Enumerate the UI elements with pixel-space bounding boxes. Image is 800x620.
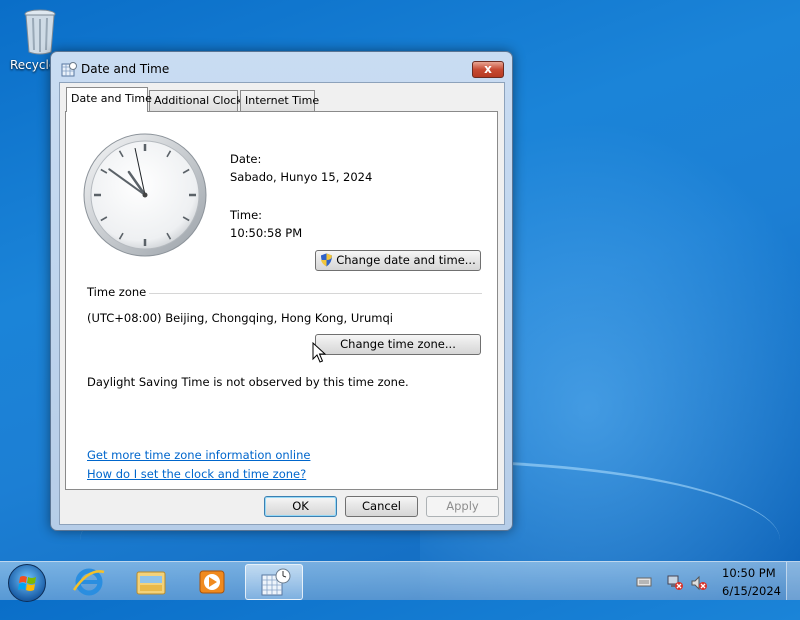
more-time-zone-info-link[interactable]: Get more time zone information online: [87, 448, 310, 462]
uac-shield-icon: [320, 253, 333, 273]
how-to-set-clock-link[interactable]: How do I set the clock and time zone?: [87, 467, 306, 481]
taskbar-clock-date[interactable]: 6/15/2024: [722, 584, 781, 598]
windows-explorer-icon: [136, 571, 166, 595]
tab-additional-clocks[interactable]: Additional Clocks: [149, 90, 248, 111]
ok-button[interactable]: OK: [264, 496, 337, 517]
analog-clock-icon: [83, 133, 207, 257]
window-title: Date and Time: [81, 62, 170, 76]
close-button[interactable]: x: [472, 61, 504, 78]
start-button[interactable]: [8, 564, 46, 602]
dialog-client-area: Date and Time Additional Clocks Internet…: [59, 82, 505, 525]
date-value: Sabado, Hunyo 15, 2024: [230, 170, 373, 184]
date-time-icon: [61, 61, 77, 77]
close-icon: x: [484, 62, 492, 76]
tab-label: Additional Clocks: [154, 94, 249, 107]
tab-date-and-time[interactable]: Date and Time: [66, 87, 152, 112]
time-zone-heading: Time zone: [87, 285, 147, 299]
windows-logo-icon: [18, 576, 36, 591]
time-zone-divider: [149, 293, 482, 294]
title-bar[interactable]: Date and Time x: [51, 52, 512, 82]
tab-label: Internet Time: [245, 94, 320, 107]
show-desktop-button[interactable]: [786, 562, 800, 600]
keyboard-icon[interactable]: [636, 575, 652, 589]
taskbar-windows-explorer[interactable]: [122, 564, 180, 600]
apply-label: Apply: [446, 499, 479, 513]
apply-button[interactable]: Apply: [426, 496, 499, 517]
change-time-zone-label: Change time zone...: [340, 337, 456, 351]
cancel-button[interactable]: Cancel: [345, 496, 418, 517]
change-date-time-button[interactable]: Change date and time...: [315, 250, 481, 271]
taskbar-clock-time[interactable]: 10:50 PM: [722, 566, 776, 580]
network-disconnected-icon[interactable]: [666, 575, 683, 590]
change-time-zone-button[interactable]: Change time zone...: [315, 334, 481, 355]
tab-internet-time[interactable]: Internet Time: [240, 90, 319, 111]
date-label: Date:: [230, 152, 262, 166]
dst-note: Daylight Saving Time is not observed by …: [87, 375, 409, 389]
taskbar-internet-explorer[interactable]: [60, 564, 118, 600]
time-label: Time:: [230, 208, 263, 222]
volume-muted-icon[interactable]: [690, 575, 707, 591]
mouse-cursor-icon: [312, 341, 327, 367]
taskbar-media-player[interactable]: [183, 564, 241, 600]
recycle-bin-icon: [23, 8, 56, 55]
taskbar-date-time[interactable]: [245, 564, 303, 600]
taskbar: [0, 561, 800, 602]
change-date-time-label: Change date and time...: [336, 253, 476, 267]
time-value: 10:50:58 PM: [230, 226, 303, 240]
windows-media-player-icon: [199, 570, 225, 594]
ok-label: OK: [292, 499, 309, 513]
date-time-icon: [261, 568, 291, 596]
tab-panel-date-and-time: Date: Sabado, Hunyo 15, 2024 Time: 10:50…: [65, 111, 498, 490]
cancel-label: Cancel: [362, 499, 401, 513]
tab-label: Date and Time: [71, 92, 152, 105]
date-time-dialog: Date and Time x Date and Time Additional…: [50, 51, 513, 531]
internet-explorer-icon: [72, 568, 105, 596]
time-zone-value: (UTC+08:00) Beijing, Chongqing, Hong Kon…: [87, 311, 393, 325]
